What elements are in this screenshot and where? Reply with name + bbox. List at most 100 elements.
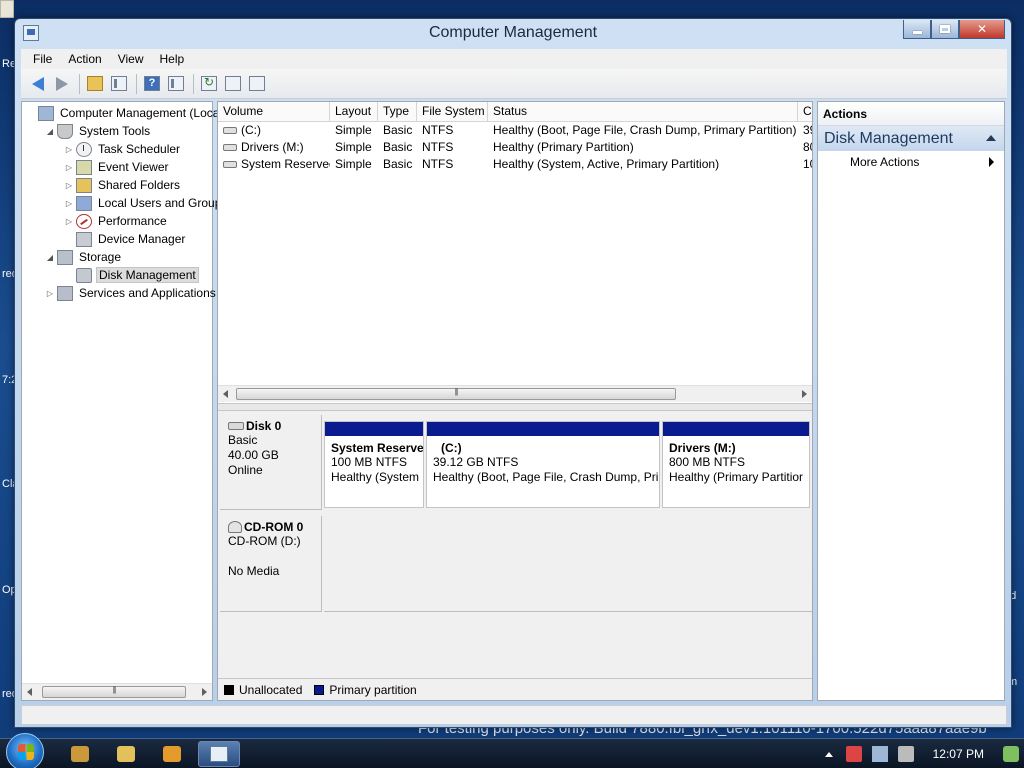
maximize-button[interactable] <box>931 20 959 39</box>
tree-horizontal-scrollbar[interactable] <box>22 683 212 700</box>
tree-item[interactable]: Device Manager <box>64 230 187 248</box>
column-header-volume[interactable]: Volume <box>218 102 330 122</box>
cdrom-0-label[interactable]: CD-ROM 0 CD-ROM (D:) No Media <box>220 516 322 612</box>
scrollbar-thumb[interactable] <box>236 388 676 400</box>
pane-splitter[interactable] <box>218 403 812 411</box>
tree-item[interactable]: ▷ Task Scheduler <box>64 140 182 158</box>
tree-expander-icon[interactable]: ▷ <box>64 163 74 172</box>
hard-disk-icon <box>228 422 244 430</box>
toolbar-separator <box>136 73 137 94</box>
taskbar-media-player[interactable] <box>160 743 184 765</box>
title-bar[interactable]: Computer Management ✕ <box>15 19 1011 49</box>
tree-item-label: Task Scheduler <box>98 142 181 156</box>
column-header-capacity[interactable]: C <box>798 102 812 122</box>
show-hidden-icons-icon[interactable] <box>824 751 833 757</box>
partition-name: System Reserve <box>331 441 423 455</box>
computer-icon <box>38 105 54 121</box>
tree-expander-icon[interactable]: ▷ <box>64 199 74 208</box>
menu-help[interactable]: Help <box>152 52 193 66</box>
taskbar-pinned-app[interactable] <box>68 743 92 765</box>
volume-row[interactable]: (C:) Simple Basic NTFS Healthy (Boot, Page F… <box>218 122 812 139</box>
menu-view[interactable]: View <box>110 52 152 66</box>
storage-icon <box>57 249 73 265</box>
tree-item[interactable]: ◢ System Tools <box>45 122 152 140</box>
forward-button[interactable] <box>51 73 73 95</box>
column-header-status[interactable]: Status <box>488 102 798 122</box>
properties-button[interactable] <box>222 73 244 95</box>
primary-partition-bar <box>663 422 809 436</box>
tree-item[interactable]: ▷ Shared Folders <box>64 176 182 194</box>
up-one-level-button[interactable] <box>84 73 106 95</box>
taskbar-clock[interactable]: 12:07 PM <box>933 747 984 761</box>
tree-expander-icon[interactable]: ◢ <box>45 127 55 136</box>
tree-item-label: Performance <box>98 214 167 228</box>
cell-capacity: 80 <box>803 140 812 154</box>
show-hide-tree-button[interactable] <box>108 73 130 95</box>
menu-bar: File Action View Help <box>21 49 1007 69</box>
partition-drivers-m[interactable]: Drivers (M:) 800 MB NTFS Healthy (Primar… <box>662 421 810 508</box>
window-title: Computer Management <box>428 24 598 41</box>
volume-muted-icon[interactable] <box>897 746 914 762</box>
show-desktop-button[interactable] <box>998 739 1024 768</box>
help-button[interactable]: ? <box>141 73 163 95</box>
taskbar-explorer[interactable] <box>114 743 138 765</box>
volume-row[interactable]: Drivers (M:) Simple Basic NTFS Healthy (Prim… <box>218 139 812 156</box>
tree-item-label: Event Viewer <box>98 160 169 174</box>
refresh-button[interactable] <box>198 73 220 95</box>
minimize-button[interactable] <box>903 20 931 39</box>
tree-expander-icon[interactable]: ▷ <box>64 181 74 190</box>
close-button[interactable]: ✕ <box>959 20 1005 39</box>
users-icon <box>76 195 92 211</box>
network-icon[interactable] <box>871 746 888 762</box>
start-button[interactable] <box>6 733 44 768</box>
partition-system-reserved[interactable]: System Reserve 100 MB NTFS Healthy (Syst… <box>324 421 424 508</box>
scrollbar-thumb[interactable] <box>42 686 186 698</box>
forward-arrow-icon <box>56 76 68 91</box>
volume-row[interactable]: System Reserved Simple Basic NTFS Healthy (S… <box>218 156 812 173</box>
tree-item[interactable]: ▷ Event Viewer <box>64 158 170 176</box>
cdrom-0-media: No Media <box>228 564 280 578</box>
more-actions-item[interactable]: More Actions <box>818 151 1004 173</box>
column-header-layout[interactable]: Layout <box>330 102 378 122</box>
tree-item[interactable]: ▷ Services and Applications <box>45 284 218 302</box>
column-header-type[interactable]: Type <box>378 102 417 122</box>
actions-section-disk-management[interactable]: Disk Management <box>818 126 1004 151</box>
scroll-right-arrow-icon[interactable] <box>802 390 807 398</box>
status-bar <box>21 705 1007 725</box>
scroll-left-arrow-icon[interactable] <box>223 390 228 398</box>
tree-item[interactable]: ▷ Performance <box>64 212 169 230</box>
taskbar-computer-management[interactable] <box>198 741 240 767</box>
legend-primary-partition: Primary partition <box>329 682 417 697</box>
folder-up-icon <box>87 76 103 91</box>
tree-expander-icon[interactable]: ◢ <box>45 253 55 262</box>
volume-list-horizontal-scrollbar[interactable] <box>218 385 812 402</box>
show-hide-action-pane-button[interactable] <box>165 73 187 95</box>
column-header-file-system[interactable]: File System <box>417 102 488 122</box>
settings-button[interactable] <box>246 73 268 95</box>
scroll-left-arrow-icon[interactable] <box>27 688 32 696</box>
back-button[interactable] <box>27 73 49 95</box>
disk-0-label[interactable]: Disk 0 Basic 40.00 GB Online <box>220 415 322 510</box>
tree-expander-icon[interactable]: ▷ <box>64 217 74 226</box>
cell-capacity: 10 <box>803 157 812 171</box>
tree-item[interactable]: ◢ Storage <box>45 248 123 266</box>
menu-file[interactable]: File <box>25 52 60 66</box>
partition-c[interactable]: (C:) 39.12 GB NTFS Healthy (Boot, Page F… <box>426 421 660 508</box>
volume-name: System Reserved <box>241 157 330 171</box>
tree-expander-icon[interactable]: ▷ <box>45 289 55 298</box>
volume-name: Drivers (M:) <box>241 140 304 154</box>
media-player-icon <box>163 746 181 762</box>
tree-item[interactable]: ▷ Local Users and Groups <box>64 194 229 212</box>
tree-expander-icon[interactable]: ▷ <box>64 145 74 154</box>
taskbar: 12:07 PM <box>0 733 1024 768</box>
tree-item[interactable]: Disk Management <box>64 266 199 284</box>
scroll-right-arrow-icon[interactable] <box>202 688 207 696</box>
toolbar-separator <box>79 73 80 94</box>
partition-status: Healthy (System <box>331 470 420 484</box>
menu-action[interactable]: Action <box>60 52 109 66</box>
collapse-up-icon[interactable] <box>986 135 996 141</box>
tree-item[interactable]: Computer Management (Local <box>26 104 224 122</box>
action-center-flag-icon[interactable] <box>845 746 862 762</box>
cdrom-0-volume-area[interactable] <box>324 516 812 612</box>
cell-volume: (C:) <box>218 122 330 139</box>
